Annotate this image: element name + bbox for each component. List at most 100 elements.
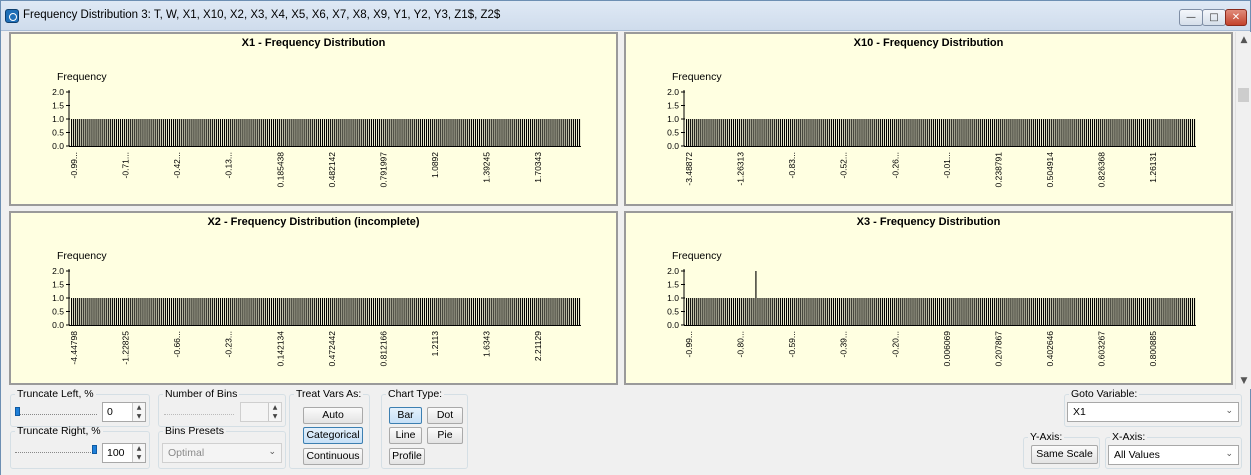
frequency-bar — [383, 119, 385, 146]
treat-auto-button[interactable]: Auto — [303, 407, 363, 424]
title-bar[interactable]: Frequency Distribution 3: T, W, X1, X10,… — [1, 1, 1250, 31]
scroll-down-icon[interactable]: ▼ — [1236, 373, 1251, 389]
frequency-bar — [1047, 119, 1049, 146]
frequency-bar — [173, 119, 175, 146]
scroll-thumb[interactable] — [1238, 88, 1249, 102]
vertical-scrollbar[interactable]: ▲ ▼ — [1235, 32, 1251, 389]
frequency-bar — [566, 119, 568, 146]
frequency-bar — [221, 119, 224, 146]
frequency-bar — [1114, 298, 1116, 325]
truncate-left-stepper[interactable]: 0 ▲ ▼ — [102, 402, 146, 422]
frequency-bar — [704, 119, 706, 146]
same-scale-button[interactable]: Same Scale — [1031, 445, 1098, 464]
treat-categorical-button[interactable]: Categorical — [303, 427, 363, 444]
frequency-bar — [317, 298, 319, 325]
frequency-bar — [566, 298, 568, 325]
frequency-bar — [792, 298, 794, 325]
frequency-bar — [941, 298, 943, 325]
frequency-bar — [205, 298, 207, 325]
frequency-bar — [560, 298, 562, 325]
frequency-bar — [305, 119, 307, 146]
frequency-bar — [1122, 298, 1124, 325]
frequency-bar — [385, 119, 387, 146]
frequency-bar — [885, 298, 888, 325]
number-of-bins-label: Number of Bins — [165, 388, 238, 400]
chart-type-dot-button[interactable]: Dot — [427, 407, 463, 424]
frequency-bar — [260, 298, 262, 325]
frequency-bar — [275, 119, 277, 146]
treat-vars-as-label: Treat Vars As: — [296, 388, 362, 400]
frequency-bar — [1055, 119, 1057, 146]
frequency-bar — [423, 298, 426, 325]
frequency-bar — [407, 298, 409, 325]
frequency-bar — [1177, 298, 1179, 325]
frequency-bar — [728, 119, 730, 146]
stepper-arrows-icon[interactable]: ▲ ▼ — [132, 403, 145, 421]
frequency-bar — [734, 298, 737, 325]
frequency-bar — [739, 298, 741, 325]
treat-continuous-button[interactable]: Continuous — [303, 448, 363, 465]
frequency-bar — [696, 119, 698, 146]
frequency-bar — [1067, 119, 1069, 146]
frequency-bar — [845, 119, 847, 146]
chart-type-pie-button[interactable]: Pie — [427, 427, 463, 444]
y-tick-label: 0.0 — [667, 141, 679, 151]
frequency-bar — [430, 119, 432, 146]
frequency-bar — [334, 119, 336, 146]
frequency-bar — [556, 119, 558, 146]
frequency-bar — [326, 298, 328, 325]
frequency-bar — [578, 298, 581, 325]
number-of-bins-slider[interactable] — [164, 414, 234, 420]
number-of-bins-stepper[interactable]: ▲ ▼ — [240, 402, 282, 422]
frequency-bar — [434, 298, 436, 325]
frequency-bar — [763, 298, 765, 325]
frequency-bar — [757, 119, 759, 146]
stepper-arrows-icon[interactable]: ▲ ▼ — [268, 403, 281, 421]
frequency-bar — [242, 119, 244, 146]
x-tick-label: -0.39... — [839, 331, 849, 357]
frequency-bar — [949, 298, 951, 325]
frequency-bar — [1036, 298, 1038, 325]
chart-type-profile-button[interactable]: Profile — [389, 448, 425, 465]
frequency-bar — [328, 298, 330, 325]
frequency-bar — [240, 298, 242, 325]
charts-area: Frequency 2.0 1.5 1.0 0.5 0.0 -0.99... -0.71...… — [9, 32, 1234, 389]
maximize-button[interactable]: □ — [1202, 9, 1226, 26]
x-axis-dropdown[interactable]: All Values ⌄ — [1108, 445, 1239, 465]
bins-presets-dropdown[interactable]: Optimal ⌄ — [162, 443, 282, 463]
stepper-arrows-icon[interactable]: ▲ ▼ — [132, 444, 145, 462]
frequency-bar — [403, 119, 405, 146]
frequency-bar — [896, 298, 898, 325]
truncate-left-slider[interactable] — [15, 414, 97, 420]
frequency-bar — [877, 119, 879, 146]
frequency-bar — [800, 119, 802, 146]
frequency-bar — [303, 298, 305, 325]
y-tick-label: 2.0 — [667, 266, 679, 276]
frequency-bar — [305, 298, 307, 325]
frequency-bar — [444, 119, 446, 146]
frequency-bar — [751, 119, 753, 146]
chart-type-line-button[interactable]: Line — [389, 427, 422, 444]
frequency-bar — [446, 298, 448, 325]
frequency-bar — [1124, 119, 1126, 146]
frequency-bar — [1059, 298, 1061, 325]
frequency-bar — [1091, 119, 1094, 146]
frequency-bar — [1102, 298, 1104, 325]
chart-type-bar-button[interactable]: Bar — [389, 407, 422, 424]
truncate-right-slider-thumb[interactable] — [92, 445, 97, 454]
truncate-right-stepper[interactable]: 100 ▲ ▼ — [102, 443, 146, 463]
frequency-bar — [1010, 119, 1012, 146]
scroll-up-icon[interactable]: ▲ — [1236, 32, 1251, 48]
frequency-bar — [364, 119, 366, 146]
truncate-right-slider[interactable] — [15, 452, 97, 458]
frequency-bar — [914, 298, 916, 325]
close-button[interactable]: ✕ — [1225, 9, 1247, 26]
frequency-bar — [900, 119, 902, 146]
frequency-bar — [1026, 119, 1028, 146]
goto-variable-dropdown[interactable]: X1 ⌄ — [1067, 402, 1239, 422]
frequency-bar — [283, 119, 285, 146]
truncate-left-slider-thumb[interactable] — [15, 407, 20, 416]
frequency-bar — [1026, 298, 1028, 325]
minimize-button[interactable]: — — [1179, 9, 1203, 26]
frequency-bar — [1012, 119, 1014, 146]
